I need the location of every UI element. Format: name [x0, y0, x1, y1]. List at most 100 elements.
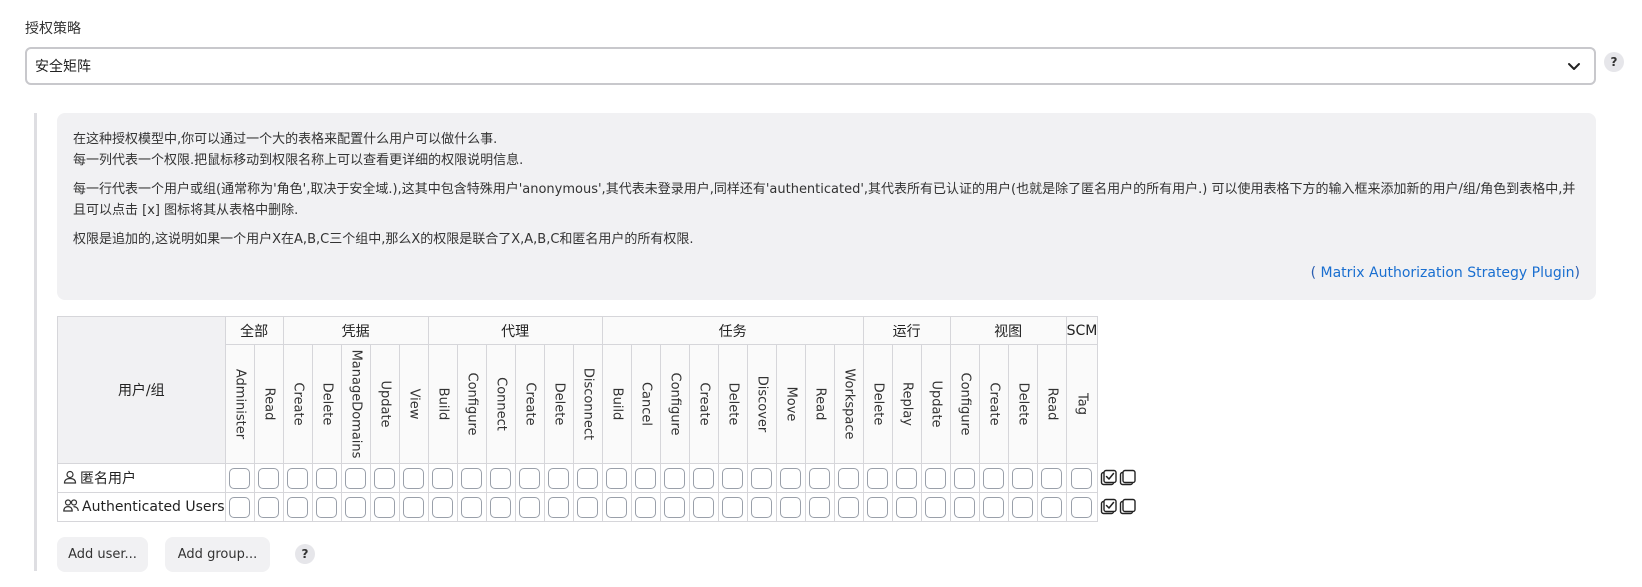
- permission-name: Build: [435, 387, 451, 421]
- permission-checkbox[interactable]: [258, 496, 280, 518]
- permission-checkbox[interactable]: [693, 496, 715, 518]
- permission-checkbox[interactable]: [374, 496, 396, 518]
- permission-checkbox[interactable]: [1071, 496, 1093, 518]
- permission-checkbox[interactable]: [925, 467, 947, 489]
- permission-checkbox[interactable]: [577, 467, 599, 489]
- permission-checkbox[interactable]: [693, 467, 715, 489]
- permission-checkbox[interactable]: [751, 496, 773, 518]
- permission-group-header: 全部: [224, 316, 284, 345]
- permission-cell: [514, 463, 545, 493]
- permission-checkbox[interactable]: [1041, 467, 1063, 489]
- permission-checkbox[interactable]: [519, 496, 541, 518]
- permission-checkbox[interactable]: [751, 467, 773, 489]
- permission-checkbox[interactable]: [809, 467, 831, 489]
- permission-checkbox[interactable]: [867, 467, 889, 489]
- permission-checkbox[interactable]: [461, 496, 483, 518]
- permission-checkbox[interactable]: [809, 496, 831, 518]
- permission-checkbox[interactable]: [954, 467, 976, 489]
- permission-cell: [659, 492, 690, 522]
- select-all-icon[interactable]: [1100, 469, 1118, 487]
- permission-group-header: SCM: [1065, 316, 1099, 345]
- permission-column-header: Build: [601, 344, 632, 464]
- permission-checkbox[interactable]: [1012, 496, 1034, 518]
- strategy-help-icon[interactable]: ?: [1604, 52, 1624, 72]
- permission-cell: [688, 492, 719, 522]
- permission-name: Delete: [870, 382, 886, 426]
- permission-cell: [282, 492, 313, 522]
- add-help-icon[interactable]: ?: [295, 544, 315, 564]
- permission-checkbox[interactable]: [490, 467, 512, 489]
- permission-cell: [1036, 492, 1067, 522]
- permission-checkbox[interactable]: [548, 496, 570, 518]
- permission-cell: [485, 463, 516, 493]
- permission-checkbox[interactable]: [1041, 496, 1063, 518]
- permission-checkbox[interactable]: [432, 496, 454, 518]
- permission-group-header: 视图: [949, 316, 1067, 345]
- strategy-select[interactable]: 安全矩阵: [25, 47, 1596, 85]
- permission-checkbox[interactable]: [838, 467, 860, 489]
- permission-checkbox[interactable]: [577, 496, 599, 518]
- permission-checkbox[interactable]: [374, 467, 396, 489]
- plugin-link[interactable]: Matrix Authorization Strategy Plugin: [1320, 265, 1574, 281]
- permission-checkbox[interactable]: [548, 467, 570, 489]
- unselect-all-icon[interactable]: [1119, 498, 1137, 516]
- strategy-label: 授权策略: [25, 21, 81, 37]
- permission-cell: [920, 463, 951, 493]
- add-user-button[interactable]: Add user...: [57, 537, 148, 572]
- permission-cell: [311, 463, 342, 493]
- permission-checkbox[interactable]: [722, 467, 744, 489]
- permission-checkbox[interactable]: [461, 467, 483, 489]
- matrix-row-label: 匿名用户: [57, 463, 226, 493]
- permission-checkbox[interactable]: [258, 467, 280, 489]
- add-group-button[interactable]: Add group...: [165, 537, 270, 572]
- permission-checkbox[interactable]: [983, 467, 1005, 489]
- unselect-all-icon[interactable]: [1119, 469, 1137, 487]
- permission-checkbox[interactable]: [983, 496, 1005, 518]
- permission-column-header: Delete: [1007, 344, 1038, 464]
- permission-checkbox[interactable]: [403, 467, 425, 489]
- chevron-down-icon: [1568, 63, 1580, 70]
- permission-checkbox[interactable]: [229, 467, 251, 489]
- permission-checkbox[interactable]: [635, 496, 657, 518]
- permission-checkbox[interactable]: [606, 496, 628, 518]
- permission-checkbox[interactable]: [287, 467, 309, 489]
- permission-checkbox[interactable]: [896, 496, 918, 518]
- permission-checkbox[interactable]: [954, 496, 976, 518]
- permission-checkbox[interactable]: [722, 496, 744, 518]
- permission-checkbox[interactable]: [780, 467, 802, 489]
- permission-checkbox[interactable]: [838, 496, 860, 518]
- permission-cell: [891, 492, 922, 522]
- permission-checkbox[interactable]: [635, 467, 657, 489]
- permission-checkbox[interactable]: [1012, 467, 1034, 489]
- authorization-section: 授权策略 安全矩阵 ? 在这种授权模型中,你可以通过一个大的表格来配置什么用户可…: [0, 0, 1642, 587]
- permission-checkbox[interactable]: [345, 467, 367, 489]
- permission-checkbox[interactable]: [345, 496, 367, 518]
- permission-cell: [804, 492, 835, 522]
- permission-checkbox[interactable]: [925, 496, 947, 518]
- row-actions: [1098, 493, 1139, 522]
- permission-cell: [833, 492, 864, 522]
- description-para-3: 权限是追加的,这说明如果一个用户X在A,B,C三个组中,那么X的权限是联合了X,…: [73, 232, 694, 247]
- permission-checkbox[interactable]: [287, 496, 309, 518]
- permission-checkbox[interactable]: [664, 496, 686, 518]
- permission-checkbox[interactable]: [1071, 467, 1093, 489]
- permission-checkbox[interactable]: [896, 467, 918, 489]
- group-icon: [63, 498, 79, 516]
- permission-name: Create: [290, 382, 306, 426]
- permission-checkbox[interactable]: [780, 496, 802, 518]
- permission-checkbox[interactable]: [519, 467, 541, 489]
- permission-checkbox[interactable]: [316, 467, 338, 489]
- permission-group-header: 任务: [601, 316, 864, 345]
- permission-checkbox[interactable]: [490, 496, 512, 518]
- permission-checkbox[interactable]: [867, 496, 889, 518]
- permission-cell: [746, 463, 777, 493]
- select-all-icon[interactable]: [1100, 498, 1118, 516]
- permission-checkbox[interactable]: [316, 496, 338, 518]
- permission-checkbox[interactable]: [664, 467, 686, 489]
- permission-checkbox[interactable]: [432, 467, 454, 489]
- permission-checkbox[interactable]: [606, 467, 628, 489]
- permission-column-header: Configure: [456, 344, 487, 464]
- row-actions: [1098, 464, 1139, 493]
- permission-checkbox[interactable]: [403, 496, 425, 518]
- permission-checkbox[interactable]: [229, 496, 251, 518]
